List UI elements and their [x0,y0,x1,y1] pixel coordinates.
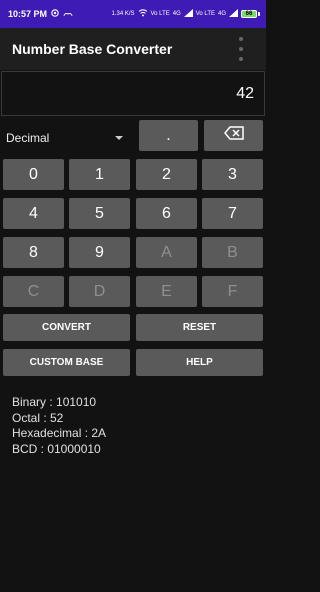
backspace-button[interactable] [204,120,263,151]
binary-result: Binary : 101010 [12,395,97,409]
signal-icon-1 [183,9,193,19]
convert-button[interactable]: CONVERT [3,314,130,341]
display-value: 42 [236,84,254,102]
number-display[interactable]: 42 [1,71,265,116]
digit-button-d[interactable]: D [69,276,130,307]
status-bar: 10:57 PM 1.34 K/S Vo LTE 4G Vo LTE 4G 66 [0,0,266,28]
digit-button-1[interactable]: 1 [69,159,130,190]
base-dropdown-value: Decimal [6,131,50,145]
reset-button[interactable]: RESET [136,314,263,341]
digit-button-6[interactable]: 6 [136,198,197,229]
octal-result: Octal : 52 [12,410,64,425]
dropdown-arrow-icon [115,136,123,140]
digit-button-8[interactable]: 8 [3,237,64,268]
digit-button-a[interactable]: A [136,237,197,268]
digit-button-2[interactable]: 2 [136,159,197,190]
battery-level: 66 [241,10,257,18]
help-button[interactable]: HELP [136,349,263,376]
backspace-icon [223,126,244,145]
bcd-result: BCD : 01000010 [12,441,101,456]
custom-base-button[interactable]: CUSTOM BASE [3,349,130,376]
digit-button-9[interactable]: 9 [69,237,130,268]
overflow-menu-icon[interactable] [238,37,244,61]
signal-icon-2 [229,9,238,19]
network-type-1: 4G [172,11,181,17]
battery-icon: 66 [241,10,260,18]
digit-button-3[interactable]: 3 [202,159,263,190]
dot-button[interactable]: . [139,120,198,151]
results-panel: Binary : 101010 Octal : 52 Hexadecimal :… [12,395,106,457]
digit-button-0[interactable]: 0 [3,159,64,190]
app-bar: Number Base Converter [0,28,266,70]
location-icon [51,9,59,19]
wifi-icon [138,9,148,19]
digit-button-5[interactable]: 5 [69,198,130,229]
digit-button-e[interactable]: E [136,276,197,307]
digit-button-c[interactable]: C [3,276,64,307]
status-time: 10:57 PM [8,9,48,19]
cloud-icon [63,9,73,19]
digit-button-f[interactable]: F [202,276,263,307]
volte-label-1: Vo LTE [150,11,170,17]
app-title: Number Base Converter [12,41,173,57]
digit-button-4[interactable]: 4 [3,198,64,229]
network-type-2: 4G [217,11,226,17]
digit-button-b[interactable]: B [202,237,263,268]
digit-button-7[interactable]: 7 [202,198,263,229]
volte-label-2: Vo LTE [195,11,215,17]
hex-result: Hexadecimal : 2A [12,426,107,440]
base-dropdown[interactable]: Decimal [6,126,130,150]
net-speed: 1.34 K/S [111,11,135,17]
